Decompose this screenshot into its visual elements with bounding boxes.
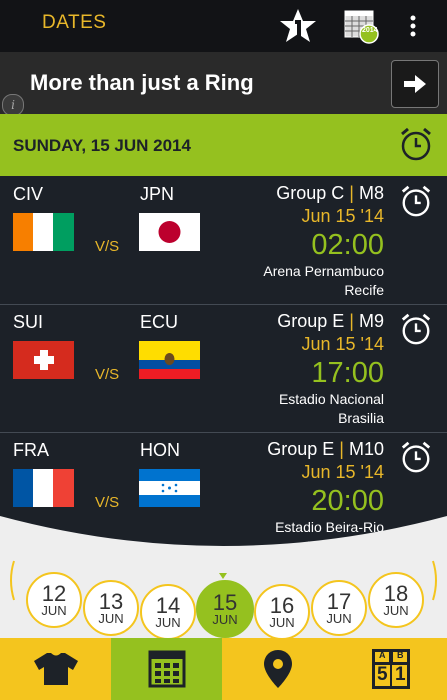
flag-hon-icon [139, 469, 200, 507]
match-date: Jun 15 '14 [301, 206, 384, 226]
scoreboard-b: B [397, 650, 404, 660]
away-team-code: JPN [140, 184, 175, 204]
day-alarm-button[interactable] [399, 126, 433, 167]
match-time: 20:00 [311, 485, 384, 517]
overflow-menu-button[interactable] [398, 0, 428, 52]
ad-banner[interactable]: More than just a Ring i [0, 52, 447, 116]
nav-dates[interactable] [111, 638, 222, 700]
day-chip-selected[interactable]: 15 JUN [196, 580, 254, 638]
venue-city: Brasilia [338, 410, 384, 426]
alarm-clock-icon [401, 313, 431, 345]
match-alarm-button[interactable] [399, 184, 433, 223]
arrow-right-icon [404, 75, 426, 93]
group-match-label: Group E | M10 [267, 439, 384, 459]
versus-label: V/S [95, 238, 120, 255]
match-alarm-button[interactable] [399, 440, 433, 479]
jersey-icon [33, 653, 78, 685]
scoreboard-right-digit: 1 [395, 664, 406, 685]
nav-venues[interactable] [222, 638, 333, 700]
home-team-code: CIV [13, 184, 44, 204]
app-title: DATES [42, 12, 107, 33]
ad-text: More than just a Ring [30, 70, 254, 95]
away-team-code: ECU [140, 312, 179, 332]
more-vert-icon [410, 15, 416, 37]
top-app-bar: DATES 2014 [0, 0, 447, 52]
calendar-badge-text: 2014 [362, 27, 378, 34]
ad-arrow-button[interactable] [391, 60, 439, 108]
day-header-date: SUNDAY, 15 JUN 2014 [13, 136, 191, 155]
venue-name: Estadio Nacional [278, 391, 384, 407]
day-chip[interactable]: 12 JUN [26, 572, 82, 628]
match-row[interactable]: CIV JPN V/S Group C | M8 Jun 15 '14 02:00 … [0, 176, 447, 305]
day-header: SUNDAY, 15 JUN 2014 [0, 114, 447, 176]
group-match-label: Group E | M9 [277, 311, 384, 331]
versus-label: V/S [95, 494, 120, 511]
flag-civ-icon [13, 213, 74, 251]
star-icon [280, 9, 316, 42]
calendar-icon [148, 650, 185, 688]
star-player-button[interactable] [276, 0, 320, 52]
ad-info-button[interactable]: i [2, 94, 24, 116]
day-chip[interactable]: 16 JUN [254, 584, 310, 638]
info-icon: i [11, 98, 15, 112]
venue-name: Arena Pernambuco [263, 263, 384, 279]
away-team-code: HON [140, 440, 180, 460]
nav-scores[interactable]: A B 5 1 [335, 638, 446, 700]
home-team-code: SUI [13, 312, 44, 332]
bottom-navigation: A B 5 1 [0, 638, 447, 700]
flag-fra-icon [13, 469, 74, 507]
schedule-2014-button[interactable]: 2014 [340, 0, 382, 52]
alarm-clock-icon [401, 185, 431, 217]
home-team-code: FRA [13, 440, 49, 460]
match-date: Jun 15 '14 [301, 462, 384, 482]
match-venue: Estadio Nacional Brasilia [279, 390, 384, 428]
match-venue: Arena Pernambuco Recife [263, 262, 384, 300]
day-chip[interactable]: 14 JUN [140, 584, 196, 638]
nav-teams[interactable] [0, 638, 111, 700]
flag-ecu-icon [139, 341, 200, 379]
day-carousel[interactable]: 12 JUN 13 JUN 14 JUN 15 JUN 16 JUN 17 JUN 18 JU… [0, 516, 447, 638]
scoreboard-left-digit: 5 [377, 664, 388, 685]
match-time: 17:00 [311, 357, 384, 389]
alarm-clock-icon [401, 441, 431, 473]
day-chip[interactable]: 17 JUN [311, 580, 367, 636]
match-date: Jun 15 '14 [301, 334, 384, 354]
flag-jpn-icon [139, 213, 200, 251]
flag-sui-icon [13, 341, 74, 379]
match-row[interactable]: SUI ECU V/S Group E | M9 Jun 15 '14 17:00 … [0, 304, 447, 433]
alarm-clock-icon [401, 127, 431, 161]
day-chip[interactable]: 18 JUN [368, 572, 424, 628]
scoreboard-a: A [379, 650, 386, 660]
versus-label: V/S [95, 366, 120, 383]
day-chip[interactable]: 13 JUN [83, 580, 139, 636]
calendar-2014-icon [344, 10, 379, 44]
group-match-label: Group C | M8 [276, 183, 384, 203]
match-time: 02:00 [311, 229, 384, 261]
location-pin-icon [263, 650, 292, 688]
match-alarm-button[interactable] [399, 312, 433, 351]
venue-city: Recife [344, 282, 384, 298]
